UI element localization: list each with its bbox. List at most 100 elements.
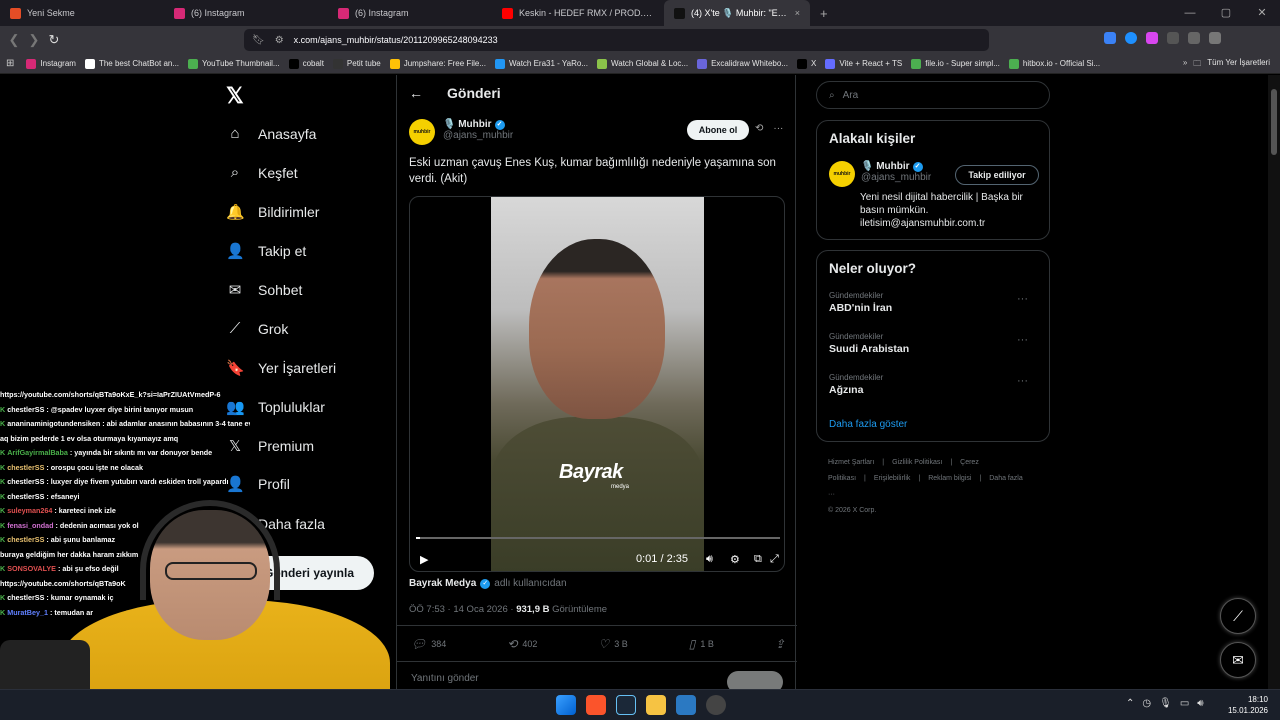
nav-item[interactable]: ⌕ Keşfet <box>226 164 298 181</box>
nav-label[interactable]: Profil <box>258 476 290 492</box>
forward-icon[interactable]: ❯ <box>24 32 44 48</box>
nav-item[interactable]: 🔔 Bildirimler <box>226 203 319 221</box>
new-tab-button[interactable]: + <box>810 6 838 21</box>
extension-icon[interactable] <box>1104 32 1116 44</box>
bookmark-item[interactable]: Jumpshare: Free File... <box>389 58 486 69</box>
trend-name[interactable]: Suudi Arabistan <box>829 343 909 355</box>
avatar[interactable]: muhbir <box>409 119 435 145</box>
close-window-icon[interactable]: ✕ <box>1244 0 1280 26</box>
bookmark-item[interactable]: X <box>796 58 816 69</box>
taskbar-clock[interactable]: 18:10 15.01.2026 <box>1226 694 1268 716</box>
back-arrow-icon[interactable]: ← <box>409 85 423 101</box>
bookmark-label[interactable]: Watch Era31 - YaRo... <box>509 59 588 68</box>
bookmark-label[interactable]: YouTube Thumbnail... <box>202 59 280 68</box>
show-more-link[interactable]: Daha fazla göster <box>829 419 907 430</box>
avatar[interactable]: muhbir <box>829 161 855 187</box>
bookmarks-overflow-icon[interactable]: » <box>1183 58 1187 72</box>
extension-icon[interactable] <box>1209 32 1221 44</box>
windows-start-icon[interactable] <box>556 695 576 715</box>
maximize-icon[interactable]: ▢ <box>1208 0 1244 26</box>
like-button[interactable]: ♡ 3 B <box>598 637 627 651</box>
bookmark-label[interactable]: Watch Global & Loc... <box>611 59 688 68</box>
steam-icon[interactable] <box>616 695 636 715</box>
trend-item[interactable]: Gündemdekiler Ağzına <box>829 373 883 396</box>
close-tab-icon[interactable]: × <box>795 8 800 18</box>
back-icon[interactable]: ❮ <box>4 32 24 48</box>
share-button[interactable]: ⇪ <box>775 637 785 651</box>
bookmark-item[interactable]: Vite + React + TS <box>825 58 902 69</box>
nav-label[interactable]: Grok <box>258 321 288 337</box>
scrollbar-thumb[interactable] <box>1271 89 1277 155</box>
nav-label[interactable]: Topluluklar <box>258 399 325 415</box>
browser-tab[interactable]: (6) Instagram <box>164 0 328 26</box>
author-handle[interactable]: @ajans_muhbir <box>443 130 513 141</box>
browser-tab[interactable]: Keskin - HEDEF RMX / PROD. ELCAN <box>492 0 664 26</box>
trend-item[interactable]: Gündemdekiler ABD'nin İran <box>829 291 892 314</box>
reload-icon[interactable]: ↻ <box>44 32 64 48</box>
nav-label[interactable]: Keşfet <box>258 165 298 181</box>
author-name[interactable]: 🎙️ Muhbir ✓ <box>443 119 513 130</box>
all-bookmarks[interactable]: » 🗀 Tüm Yer İşaretleri <box>1183 58 1270 72</box>
grok-icon[interactable]: ⟲ <box>755 123 763 134</box>
all-bookmarks-label[interactable]: Tüm Yer İşaretleri <box>1207 58 1270 72</box>
grok-fab-icon[interactable]: ⟋ <box>1220 598 1256 634</box>
bookmark-label[interactable]: hitbox.io - Official Si... <box>1023 59 1100 68</box>
browser-tab[interactable]: (6) Instagram <box>328 0 492 26</box>
footer-link[interactable]: Erişilebilirlik <box>874 475 911 482</box>
volume-icon[interactable]: 🔊︎ <box>706 553 713 566</box>
subscribe-button[interactable]: Abone ol <box>687 120 749 140</box>
footer-link[interactable]: Reklam bilgisi <box>928 475 971 482</box>
url-text[interactable]: x.com/ajans_muhbir/status/20112099652480… <box>294 35 498 45</box>
extension-icon[interactable] <box>1146 32 1158 44</box>
bookmark-label[interactable]: X <box>811 59 816 68</box>
reply-submit-button[interactable] <box>727 671 783 689</box>
search-input[interactable]: ⌕ Ara <box>816 81 1050 109</box>
bookmark-label[interactable]: cobalt <box>303 59 324 68</box>
extension-icon[interactable] <box>1188 32 1200 44</box>
footer-link[interactable]: Daha fazla ··· <box>828 475 1023 498</box>
file-explorer-icon[interactable] <box>646 695 666 715</box>
tray-app-icon[interactable]: ◷ <box>1142 698 1151 709</box>
nav-label[interactable]: Bildirimler <box>258 204 319 220</box>
author-name-text[interactable]: 🎙️ Muhbir <box>443 119 492 130</box>
bookmark-label[interactable]: Vite + React + TS <box>839 59 902 68</box>
bookmark-item[interactable]: Watch Global & Loc... <box>596 58 688 69</box>
following-button[interactable]: Takip ediliyor <box>955 165 1039 185</box>
video-frame[interactable]: Bayrak medya <box>491 197 704 571</box>
apps-grid-icon[interactable]: ⊞ <box>6 58 14 69</box>
x-logo-icon[interactable]: 𝕏 <box>226 83 244 109</box>
video-player[interactable]: Bayrak medya ▶ 0:01 / 2:35 🔊︎ ⚙ ⧉ ⤢ <box>409 196 785 572</box>
minimize-icon[interactable]: — <box>1172 0 1208 26</box>
pip-icon[interactable]: ⧉ <box>754 553 762 566</box>
nav-label[interactable]: Yer İşaretleri <box>258 360 336 376</box>
extension-icon[interactable] <box>1167 32 1179 44</box>
trend-more-icon[interactable]: ··· <box>1017 375 1028 387</box>
nav-item[interactable]: 👤 Takip et <box>226 242 306 260</box>
bookmark-item[interactable]: The best ChatBot an... <box>84 58 179 69</box>
trend-name[interactable]: ABD'nin İran <box>829 302 892 314</box>
app-icon[interactable] <box>706 695 726 715</box>
bookmark-label[interactable]: Jumpshare: Free File... <box>404 59 486 68</box>
bookmark-label[interactable]: file.io - Super simpl... <box>925 59 1000 68</box>
tweet-author[interactable]: muhbir 🎙️ Muhbir ✓ @ajans_muhbir <box>409 119 513 145</box>
app-icon[interactable] <box>676 695 696 715</box>
trend-more-icon[interactable]: ··· <box>1017 293 1028 305</box>
tab-label[interactable]: Keskin - HEDEF RMX / PROD. ELCAN <box>519 8 654 18</box>
nav-item[interactable]: 🔖 Yer İşaretleri <box>226 359 336 377</box>
bookmark-item[interactable]: hitbox.io - Official Si... <box>1008 58 1100 69</box>
bookmark-button[interactable]: ▯ 1 B <box>689 637 714 651</box>
bookmark-item[interactable]: cobalt <box>288 58 324 69</box>
related-name[interactable]: 🎙️ Muhbir ✓ <box>861 161 931 172</box>
trend-name[interactable]: Ağzına <box>829 384 883 396</box>
nav-label[interactable]: Premium <box>258 438 314 454</box>
footer-link[interactable]: Gizlilik Politikası <box>892 459 942 466</box>
related-name-text[interactable]: 🎙️ Muhbir <box>861 161 910 172</box>
bookmark-label[interactable]: Petit tube <box>347 59 381 68</box>
bookmark-label[interactable]: Instagram <box>40 59 76 68</box>
tab-label[interactable]: Yeni Sekme <box>27 8 154 18</box>
extension-icon[interactable] <box>1125 32 1137 44</box>
bookmark-label[interactable]: The best ChatBot an... <box>99 59 179 68</box>
address-bar[interactable]: 🔖︎ ⚙ x.com/ajans_muhbir/status/201120996… <box>244 29 989 51</box>
browser-tab[interactable]: (4) X'te 🎙️ Muhbir: "Eski uzman × <box>664 0 810 26</box>
bookmark-item[interactable]: file.io - Super simpl... <box>911 58 1000 69</box>
